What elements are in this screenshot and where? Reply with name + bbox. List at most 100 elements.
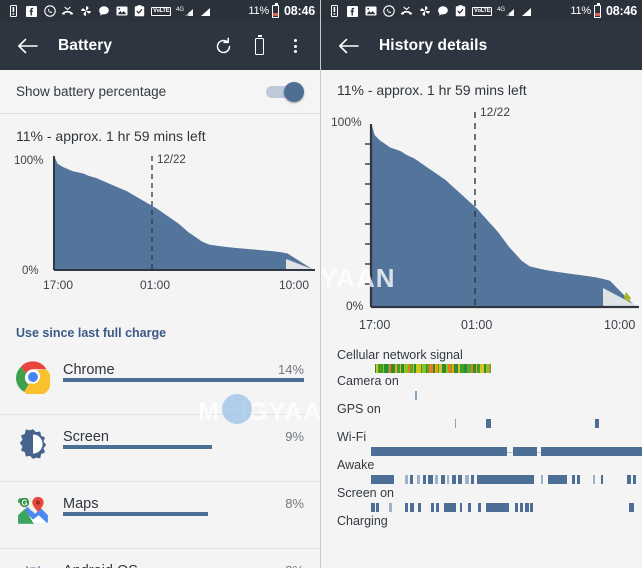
battery-history-chart-right: 100% 0% 12/22 17:00 01:00 10:00 YAAN: [321, 102, 642, 342]
timeline-segment: [471, 475, 475, 484]
detail-row-label: Charging: [337, 514, 388, 528]
timeline-segment: [371, 447, 507, 456]
pinwheel-icon: [79, 5, 92, 18]
timeline-segment: [476, 475, 535, 484]
status-battery-percent: 11%: [248, 5, 270, 17]
timeline-segment: [458, 475, 462, 484]
usage-bar-track: [63, 512, 304, 516]
timeline-segment: [404, 475, 409, 484]
timeline-segment: [410, 503, 414, 512]
clipboard-check-icon: [133, 5, 146, 18]
x-axis-tick-0: 17:00: [359, 318, 390, 332]
maps-icon: G: [16, 494, 50, 528]
timeline-segment: [416, 475, 421, 484]
chart-date-annotation: 12/22: [480, 105, 510, 119]
timeline-segment: [410, 475, 414, 484]
timeline-segment: [417, 503, 421, 512]
timeline-segment: [626, 475, 631, 484]
signal-bars-icon: [199, 5, 211, 18]
show-battery-percentage-row[interactable]: Show battery percentage: [0, 70, 320, 114]
timeline-segment: [519, 503, 523, 512]
timeline-segment: [514, 503, 518, 512]
detail-row-wifi: Wi-Fi: [321, 430, 642, 458]
show-battery-percentage-label: Show battery percentage: [16, 84, 167, 99]
usage-bar-track: [63, 378, 304, 382]
usage-bar-fill: [63, 378, 304, 382]
app-name: Chrome: [63, 362, 115, 378]
refresh-icon[interactable]: [210, 33, 236, 59]
wifi-track: [371, 447, 642, 456]
battery-chart-svg-left: 100% 0% 12/22 17:00 01:00 10:00: [0, 146, 320, 316]
overflow-menu-icon[interactable]: [282, 33, 308, 59]
timeline-segment: [577, 475, 580, 484]
chart-date-annotation: 12/22: [157, 154, 186, 166]
x-axis-tick-2: 10:00: [279, 278, 309, 292]
detail-row-camera-on: Camera on: [321, 374, 642, 402]
status-right-cluster-right: 11% 08:46: [570, 3, 637, 18]
missed-call-icon: [61, 5, 74, 18]
list-item[interactable]: Screen 9%: [0, 415, 320, 482]
svg-text:4G: 4G: [176, 7, 184, 13]
timeline-segment: [389, 503, 393, 512]
battery-summary-text: 11% - approx. 1 hr 59 mins left: [0, 114, 320, 146]
list-item[interactable]: Chrome 14%: [0, 348, 320, 415]
timeline-segment: [454, 419, 457, 428]
detail-row-label: Wi-Fi: [337, 430, 367, 444]
clipboard-check-icon: [454, 5, 467, 18]
timeline-segment: [524, 503, 529, 512]
back-arrow-icon[interactable]: [335, 33, 361, 59]
timeline-segment: [540, 475, 544, 484]
y-axis-label-max: 100%: [14, 155, 43, 167]
timeline-segment: [548, 475, 567, 484]
android-icon: [16, 561, 50, 568]
timeline-segment: [467, 503, 472, 512]
timeline-segment: [423, 475, 426, 484]
charging-track: [371, 531, 632, 540]
status-clock: 08:46: [284, 4, 315, 18]
svg-text:4G: 4G: [497, 7, 505, 13]
timeline-segment: [415, 391, 417, 400]
app-name: Maps: [63, 496, 99, 512]
status-right-cluster: 11% 08:46: [248, 3, 315, 18]
timeline-segment: [592, 475, 596, 484]
detail-row-label: Cellular network signal: [337, 348, 463, 362]
timeline-segment: [629, 503, 635, 512]
history-details-screen: Vo LTE 4G 11% 08:46 History details 11% -…: [321, 0, 642, 568]
vibrate-icon: [7, 5, 20, 18]
y-axis-label-min: 0%: [346, 299, 364, 313]
history-detail-rows: Cellular network signal Camera on GPS on…: [321, 342, 642, 542]
timeline-segment: [436, 503, 439, 512]
whatsapp-icon: [43, 5, 56, 18]
timeline-segment: [376, 503, 379, 512]
battery-icon[interactable]: [246, 33, 272, 59]
status-battery-icon: [272, 3, 280, 18]
detail-row-label: GPS on: [337, 402, 381, 416]
app-percent: 14%: [277, 362, 304, 377]
detail-row-screen-on: Screen on: [321, 486, 642, 514]
timeline-segment: [485, 503, 510, 512]
detail-row-label: Camera on: [337, 374, 399, 388]
timeline-segment: [451, 475, 457, 484]
battery-chart-svg-right: 100% 0% 12/22 17:00 01:00 10:00: [321, 102, 642, 342]
brightness-icon: [16, 427, 50, 461]
x-axis-tick-2: 10:00: [604, 318, 635, 332]
app-percent: 8%: [285, 496, 304, 511]
camera-on-track: [371, 391, 632, 400]
page-title: Battery: [58, 37, 113, 54]
x-axis-tick-1: 01:00: [140, 278, 170, 292]
show-battery-percentage-toggle[interactable]: [266, 81, 304, 102]
status-battery-icon: [594, 3, 602, 18]
timeline-segment: [434, 475, 439, 484]
chrome-icon: [16, 360, 52, 397]
use-since-last-full-charge-header[interactable]: Use since last full charge: [0, 316, 320, 348]
battery-history-chart-left: 100% 0% 12/22 17:00 01:00 10:00 MOIGYAAN: [0, 146, 320, 426]
cellular-signal-track: [375, 364, 490, 373]
usage-bar-track: [63, 445, 304, 449]
list-item[interactable]: Android OS 8%: [0, 549, 320, 568]
detail-row-charging: Charging: [321, 514, 642, 542]
timeline-segment: [446, 475, 450, 484]
svg-text:G: G: [21, 498, 27, 507]
usage-bar-fill: [63, 445, 213, 449]
back-arrow-icon[interactable]: [14, 33, 40, 59]
list-item[interactable]: G Maps 8%: [0, 482, 320, 549]
